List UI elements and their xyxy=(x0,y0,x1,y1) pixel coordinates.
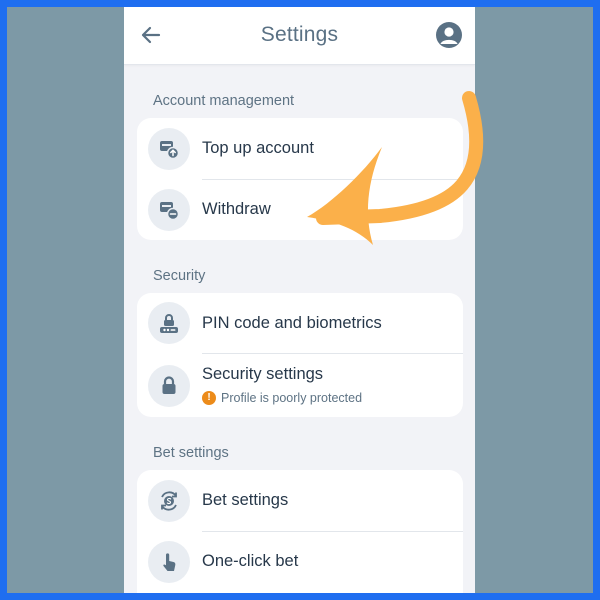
lock-icon xyxy=(148,365,190,407)
pin-lock-icon xyxy=(148,302,190,344)
screenshot-stage: Settings Account management Top up accou… xyxy=(7,7,593,593)
security-card: PIN code and biometrics Security setting… xyxy=(137,293,463,417)
settings-item-security-settings[interactable]: Security settings ! Profile is poorly pr… xyxy=(137,353,463,417)
settings-item-withdraw[interactable]: Withdraw xyxy=(137,179,463,240)
user-circle-icon xyxy=(440,27,458,44)
section-title-security: Security xyxy=(153,268,206,284)
security-warning-text: Profile is poorly protected xyxy=(221,391,363,405)
profile-button[interactable] xyxy=(436,22,462,48)
account-management-card: Top up account Withdraw xyxy=(137,118,463,240)
app-header: Settings xyxy=(124,7,475,65)
settings-item-one-click-bet[interactable]: One-click bet xyxy=(137,531,463,592)
tap-hand-icon xyxy=(148,541,190,583)
wallet-withdraw-icon xyxy=(148,189,190,231)
settings-item-label: Top up account xyxy=(202,139,314,157)
coin-settings-icon xyxy=(148,480,190,522)
settings-item-pin-code-and-biometrics[interactable]: PIN code and biometrics xyxy=(137,293,463,353)
security-warning: ! Profile is poorly protected xyxy=(202,391,362,405)
section-title-bet-settings: Bet settings xyxy=(153,445,229,461)
settings-item-top-up-account[interactable]: Top up account xyxy=(137,118,463,179)
settings-item-label: Withdraw xyxy=(202,200,271,218)
settings-item-label: One-click bet xyxy=(202,552,299,570)
bet-settings-card: Bet settings One-click bet xyxy=(137,470,463,593)
wallet-deposit-icon xyxy=(148,128,190,170)
page-title: Settings xyxy=(260,23,339,46)
phone-screen: Settings Account management Top up accou… xyxy=(124,7,475,593)
settings-item-label: Bet settings xyxy=(202,491,289,509)
exclamation-icon: ! xyxy=(202,391,216,405)
section-title-account-management: Account management xyxy=(153,93,295,109)
settings-item-bet-settings[interactable]: Bet settings xyxy=(137,470,463,531)
settings-item-label: Security settings xyxy=(202,365,324,383)
settings-item-label: PIN code and biometrics xyxy=(202,314,382,332)
